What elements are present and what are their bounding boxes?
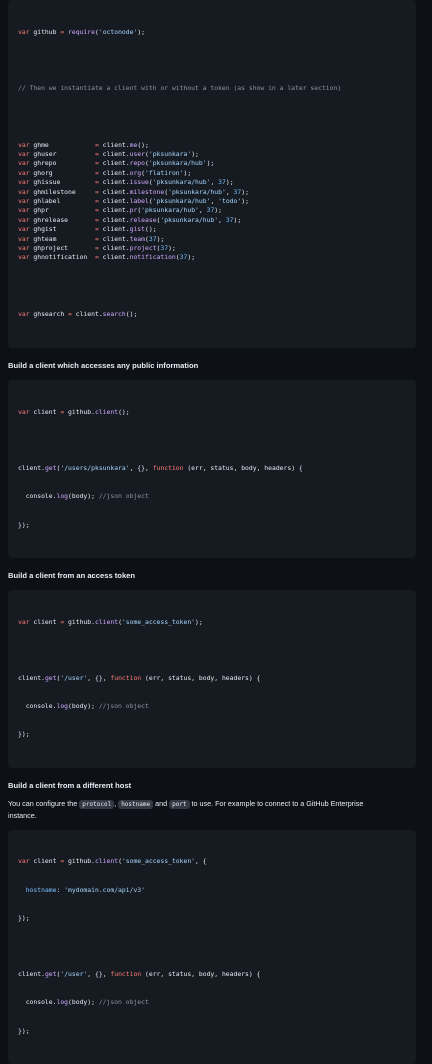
code-line: client.get('/user', {}, function (err, s…	[18, 970, 261, 979]
inline-code-protocol: protocol	[79, 799, 115, 809]
heading-public-client: Build a client which accesses any public…	[8, 360, 199, 370]
code-line-assignment: var ghproject = client.project(37);	[18, 243, 176, 252]
code-line-assignment: var ghmilestone = client.milestone('pksu…	[18, 187, 249, 196]
code-line-require: var github = require('octonode');	[18, 27, 146, 36]
code-line: });	[18, 730, 30, 739]
code-line-assignment: var ghuser = client.user('pksunkara');	[18, 150, 199, 159]
code-line-assignment: var ghnotification = client.notification…	[18, 253, 196, 262]
code-line-assignment: var ghteam = client.team(37);	[18, 234, 165, 243]
code-line: });	[18, 1026, 30, 1035]
code-line-search: var ghsearch = client.search();	[18, 309, 138, 318]
code-line-assignment: var ghissue = client.issue('pksunkara/hu…	[18, 178, 234, 187]
code-line: client.get('/user', {}, function (err, s…	[18, 673, 261, 682]
inline-code-port: port	[169, 799, 190, 809]
code-line-assignment: var ghrepo = client.repo('pksunkara/hub'…	[18, 159, 215, 168]
code-assignments: var ghme = client.me(); var ghuser = clie…	[18, 141, 406, 263]
code-line: console.log(body); //json object	[18, 492, 149, 501]
code-line-assignment: var ghgist = client.gist();	[18, 225, 157, 234]
code-line: });	[18, 520, 30, 529]
code-block-host-client[interactable]: var client = github.client('some_access_…	[8, 829, 416, 1064]
code-line: console.log(body); //json object	[18, 998, 149, 1007]
code-line: });	[18, 913, 30, 922]
heading-host-client: Build a client from a different host	[8, 780, 132, 790]
code-line-assignment: var ghrelease = client.release('pksunkar…	[18, 215, 242, 224]
heading-token-client: Build a client from an access token	[8, 570, 136, 580]
code-line-assignment: var ghpr = client.pr('pksunkara/hub', 37…	[18, 206, 222, 215]
code-line: hostname: 'mydomain.com/api/v3'	[25, 885, 145, 894]
code-block-token-client[interactable]: var client = github.client('some_access_…	[8, 589, 416, 768]
code-line-assignment: var ghorg = client.org('flatiron');	[18, 168, 192, 177]
host-paragraph: You can configure the protocol, hostname…	[8, 798, 364, 820]
code-line: var client = github.client();	[18, 407, 130, 416]
code-line-assignment: var ghlabel = client.label('pksunkara/hu…	[18, 196, 249, 205]
code-block-public-client[interactable]: var client = github.client(); client.get…	[8, 379, 416, 558]
inline-code-hostname: hostname	[118, 799, 154, 809]
code-line: client.get('/users/pksunkara', {}, funct…	[18, 464, 303, 473]
code-line: var client = github.client('some_access_…	[18, 617, 203, 626]
code-comment: // Then we instantiate a client with or …	[18, 84, 342, 93]
code-line-assignment: var ghme = client.me();	[18, 140, 149, 149]
code-block-instantiation[interactable]: var github = require('octonode'); // The…	[8, 0, 416, 348]
code-line: var client = github.client('some_access_…	[18, 857, 207, 866]
code-line: console.log(body); //json object	[18, 702, 149, 711]
